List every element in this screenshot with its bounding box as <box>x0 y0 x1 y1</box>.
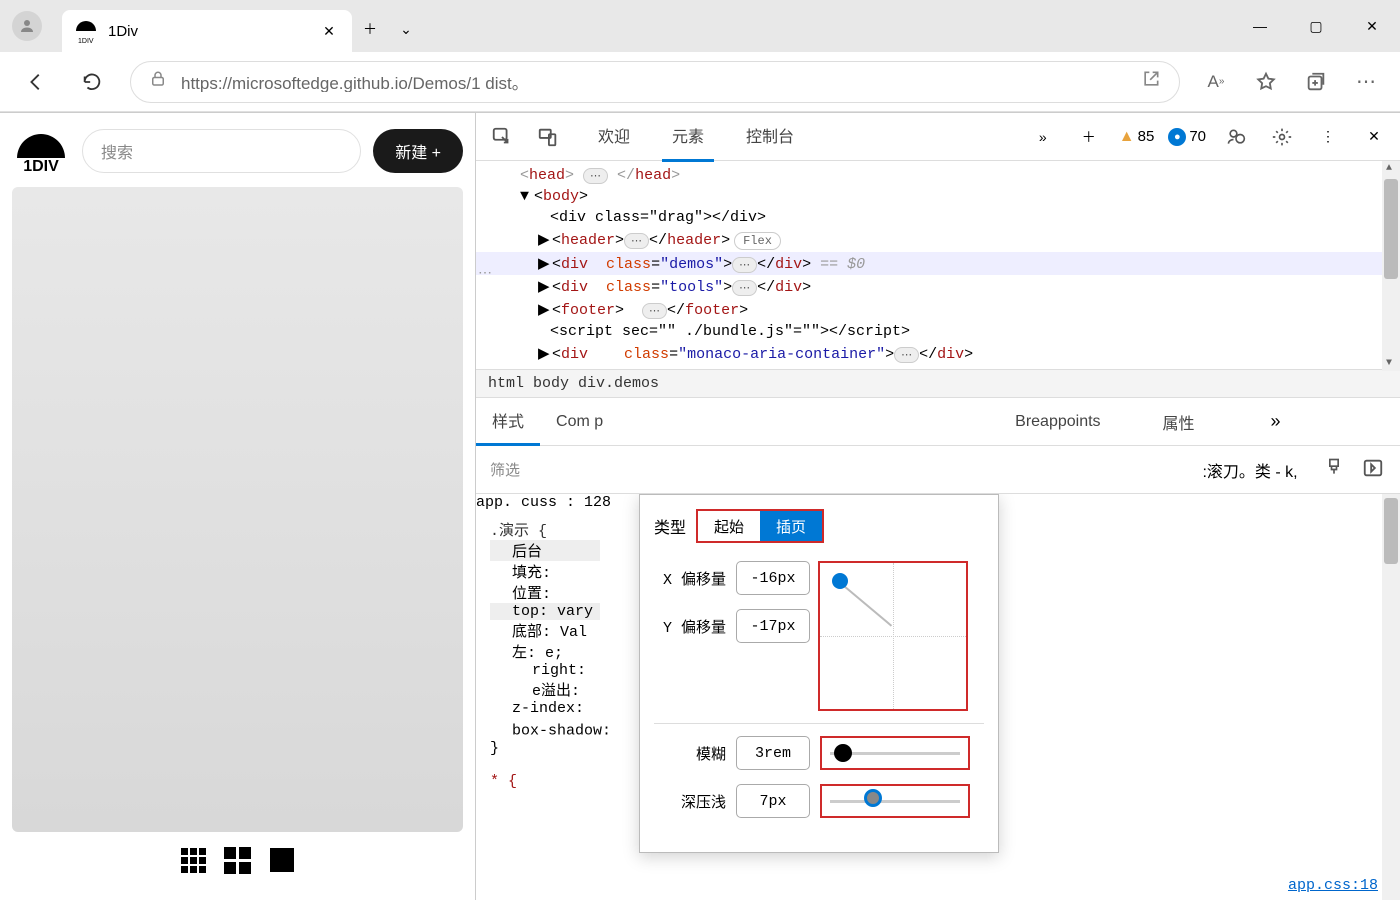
page-demo-area <box>12 187 463 832</box>
close-window-button[interactable]: ✕ <box>1344 6 1400 46</box>
page-search-input[interactable]: 搜索 <box>82 129 361 173</box>
logo: 1DIV <box>12 134 70 169</box>
styles-tabs: 样式 Com p Breappoints 属性 » <box>476 398 1400 446</box>
favorite-icon[interactable] <box>1250 66 1282 98</box>
page-footer <box>12 832 463 888</box>
issues-badge[interactable]: ▲85 <box>1119 128 1155 146</box>
main-area: 1DIV 搜索 新建 + 欢迎 元素 控制台 » ＋ ▲85 ●70 <box>0 113 1400 900</box>
tab-computed[interactable]: Com p <box>540 413 619 431</box>
lock-icon <box>149 70 167 93</box>
hov-toggle[interactable]: :滚刀。类 - k, <box>1202 458 1297 482</box>
grid-large-button[interactable] <box>267 845 297 875</box>
tab-properties[interactable]: 属性 <box>1147 410 1211 434</box>
close-tab-button[interactable]: ✕ <box>320 22 338 40</box>
source-link[interactable]: app.css:18 <box>1288 877 1378 894</box>
dom-tree: ⋯ <head> ⋯ </head> ▼<body> <div class="d… <box>476 161 1400 369</box>
rule-source-link[interactable]: app. cuss : 128 <box>476 494 611 511</box>
tab-styles[interactable]: 样式 <box>476 398 540 446</box>
dom-node[interactable]: <script sec="" ./bundle.js"=""></script> <box>476 321 1400 342</box>
blur-slider[interactable] <box>820 736 970 770</box>
feedback-icon[interactable] <box>1220 121 1252 153</box>
breadcrumb[interactable]: html body div.demos <box>476 369 1400 398</box>
dom-node[interactable]: ▶<div class="monaco-aria-container">⋯</d… <box>476 342 1400 365</box>
spread-label: 深压浅 <box>654 791 726 812</box>
address-bar: A» ⋯ <box>0 52 1400 112</box>
type-outset-button[interactable]: 起始 <box>698 511 760 541</box>
minimize-button[interactable]: — <box>1232 6 1288 46</box>
flex-badge[interactable]: Flex <box>734 232 781 250</box>
tab-breakpoints[interactable]: Breappoints <box>999 413 1116 431</box>
page-preview: 1DIV 搜索 新建 + <box>0 113 475 900</box>
settings-icon[interactable] <box>1266 121 1298 153</box>
warning-icon: ▲ <box>1119 128 1135 146</box>
dom-node-selected[interactable]: ▶<div class="demos">⋯</div> == $0 <box>476 252 1400 275</box>
tab-elements[interactable]: 元素 <box>662 111 714 162</box>
brush-icon[interactable] <box>1324 457 1344 482</box>
dom-node[interactable]: <div class="drag"></div> <box>476 207 1400 228</box>
grid-small-button[interactable] <box>179 845 209 875</box>
back-button[interactable] <box>18 64 54 100</box>
type-segmented-control: 起始 插页 <box>696 509 824 543</box>
y-offset-input[interactable]: -17px <box>736 609 810 643</box>
tab-title: 1Div <box>108 23 320 40</box>
y-offset-label: Y 偏移量 <box>654 616 726 637</box>
styles-scrollbar[interactable] <box>1382 494 1400 900</box>
more-tabs-icon[interactable]: » <box>1027 121 1059 153</box>
dom-node[interactable]: ▶<div class="tools">⋯</div> <box>476 275 1400 298</box>
inspect-element-icon[interactable] <box>486 121 518 153</box>
blur-input[interactable]: 3rem <box>736 736 810 770</box>
styles-panel: 样式 Com p Breappoints 属性 » 筛选 :滚刀。类 - k, <box>476 398 1400 900</box>
maximize-button[interactable]: ▢ <box>1288 6 1344 46</box>
more-tabs-chevron-icon[interactable]: » <box>1271 411 1281 432</box>
collections-icon[interactable] <box>1300 66 1332 98</box>
url-field-wrap <box>130 61 1180 103</box>
x-offset-input[interactable]: -16px <box>736 561 810 595</box>
new-style-rule-icon[interactable] <box>1362 457 1384 482</box>
x-offset-label: X 偏移量 <box>654 568 726 589</box>
box-shadow-editor: 类型 起始 插页 X 偏移量 -16px <box>639 494 999 853</box>
tabs-menu-button[interactable]: ⌄ <box>388 11 424 47</box>
type-label: 类型 <box>654 514 686 538</box>
tab-favicon: 1DIV <box>76 21 96 41</box>
window-controls: — ▢ ✕ <box>1232 6 1400 46</box>
title-bar: 1DIV 1Div ✕ ＋ ⌄ — ▢ ✕ <box>0 0 1400 52</box>
blur-label: 模糊 <box>654 743 726 764</box>
kebab-icon[interactable]: ⋮ <box>1312 121 1344 153</box>
url-input[interactable] <box>181 72 1127 92</box>
read-aloud-icon[interactable]: A» <box>1200 66 1232 98</box>
user-icon <box>18 17 36 35</box>
close-devtools-icon[interactable]: ✕ <box>1358 121 1390 153</box>
offset-xy-pad[interactable] <box>818 561 968 711</box>
devtools-toolbar: 欢迎 元素 控制台 » ＋ ▲85 ●70 ⋮ ✕ <box>476 113 1400 161</box>
browser-chrome: 1DIV 1Div ✕ ＋ ⌄ — ▢ ✕ A» ⋯ <box>0 0 1400 113</box>
grid-medium-button[interactable] <box>223 845 253 875</box>
spread-input[interactable]: 7px <box>736 784 810 818</box>
dom-node[interactable]: ▶<footer> ⋯</footer> <box>476 298 1400 321</box>
add-tab-icon[interactable]: ＋ <box>1073 121 1105 153</box>
refresh-button[interactable] <box>74 64 110 100</box>
dom-node[interactable]: ▼<body> <box>476 186 1400 207</box>
type-inset-button[interactable]: 插页 <box>760 511 822 541</box>
browser-tab[interactable]: 1DIV 1Div ✕ <box>62 10 352 52</box>
tab-welcome[interactable]: 欢迎 <box>588 111 640 162</box>
spread-slider[interactable] <box>820 784 970 818</box>
dom-node[interactable]: <head> ⋯ </head> <box>476 165 1400 186</box>
messages-badge[interactable]: ●70 <box>1168 128 1206 146</box>
dom-scrollbar[interactable]: ▲▼ <box>1382 161 1400 371</box>
new-button[interactable]: 新建 + <box>373 129 463 173</box>
info-icon: ● <box>1168 128 1186 146</box>
styles-filter-input[interactable]: 筛选 <box>476 459 636 480</box>
device-toggle-icon[interactable] <box>532 121 564 153</box>
selected-line-dots: ⋯ <box>478 265 492 282</box>
dom-node[interactable]: ▶<header>⋯</header>Flex <box>476 228 1400 252</box>
profile-avatar[interactable] <box>12 11 42 41</box>
page-header: 1DIV 搜索 新建 + <box>12 125 463 183</box>
more-icon[interactable]: ⋯ <box>1350 66 1382 98</box>
new-tab-button[interactable]: ＋ <box>352 11 388 47</box>
devtools-panel: 欢迎 元素 控制台 » ＋ ▲85 ●70 ⋮ ✕ ⋯ <head> ⋯ </h… <box>475 113 1400 900</box>
tab-console[interactable]: 控制台 <box>736 111 804 162</box>
external-link-icon[interactable] <box>1141 69 1161 94</box>
styles-body: app. cuss : 128 .演示 { 后台 填充: 位置: top: va… <box>476 494 1400 900</box>
